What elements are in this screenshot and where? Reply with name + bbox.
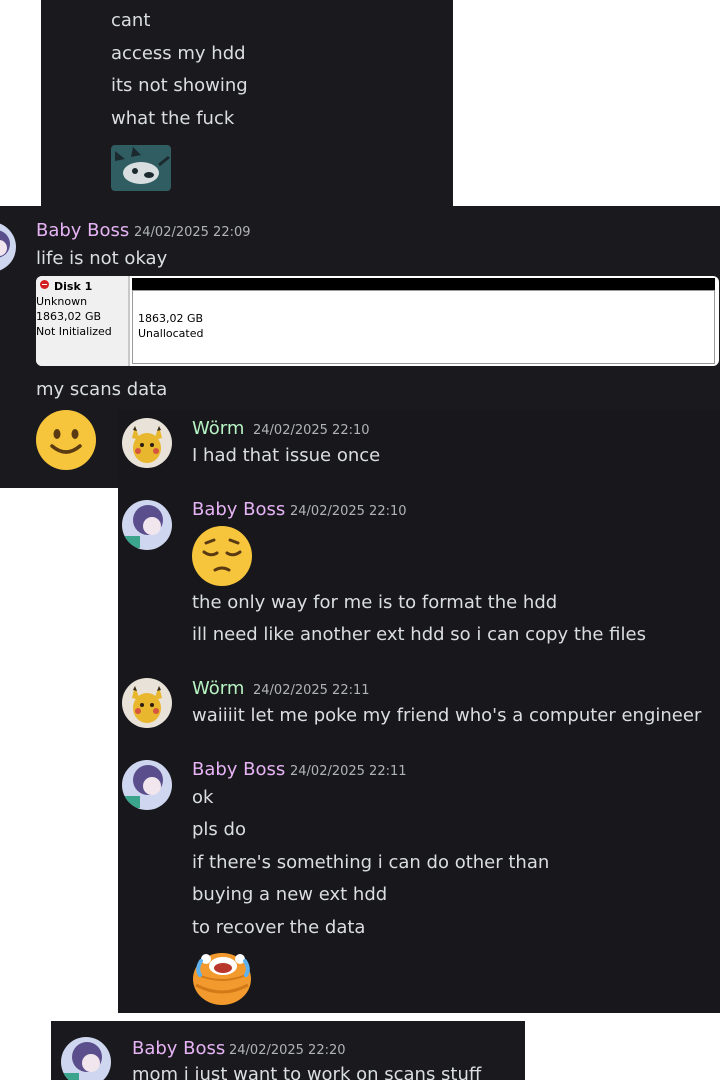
error-icon-minus: [42, 284, 47, 285]
username[interactable]: Wörm: [192, 677, 244, 701]
avatar[interactable]: [0, 222, 16, 272]
message-text: pls do: [192, 819, 246, 840]
message-text: the only way for me is to format the hdd: [192, 592, 558, 613]
chat-fragment-main: Wörm 24/02/2025 22:10 I had that issue o…: [118, 409, 720, 1013]
username[interactable]: Baby Boss: [192, 758, 285, 782]
disk-type: Unknown: [36, 295, 88, 308]
message-text: its not showing: [111, 75, 248, 96]
custom-emoji-cat[interactable]: [111, 145, 171, 191]
region-size: 1863,02 GB: [138, 312, 204, 325]
disk-info-panel: Disk 1 Unknown 1863,02 GB Not Initialize…: [36, 276, 130, 366]
timestamp: 24/02/2025 22:20: [229, 1043, 346, 1058]
avatar[interactable]: [122, 418, 172, 468]
timestamp: 24/02/2025 22:11: [290, 764, 407, 779]
timestamp: 24/02/2025 22:10: [253, 423, 370, 438]
message-text: ok: [192, 787, 214, 808]
avatar[interactable]: [122, 760, 172, 810]
username[interactable]: Baby Boss: [192, 498, 285, 522]
unallocated-region: [132, 290, 715, 364]
avatar[interactable]: [122, 500, 172, 550]
username[interactable]: Baby Boss: [132, 1037, 225, 1061]
message-text: life is not okay: [36, 248, 168, 269]
chat-fragment-top: cant access my hdd its not showing what …: [41, 0, 453, 206]
disk-label: Disk 1: [54, 280, 93, 293]
crying-laughing-emoji[interactable]: [192, 947, 252, 1007]
pensive-face-emoji[interactable]: [192, 526, 252, 586]
message-text: if there's something i can do other than: [192, 852, 550, 873]
message-text: I had that issue once: [192, 445, 381, 466]
timestamp: 24/02/2025 22:11: [253, 683, 370, 698]
message-text: waiiiit let me poke my friend who's a co…: [192, 705, 702, 726]
message-text: ill need like another ext hdd so i can c…: [192, 624, 646, 645]
avatar[interactable]: [61, 1037, 111, 1080]
message-text: access my hdd: [111, 43, 246, 64]
disk-status: Not Initialized: [36, 325, 112, 338]
username[interactable]: Wörm: [192, 417, 244, 441]
message-text: cant: [111, 10, 151, 31]
timestamp: 24/02/2025 22:10: [290, 504, 407, 519]
username[interactable]: Baby Boss: [36, 219, 129, 243]
slightly-smiling-face-emoji[interactable]: [36, 410, 96, 470]
chat-fragment-bottom: Baby Boss 24/02/2025 22:20 mom i just wa…: [51, 1021, 525, 1080]
message-text: mom i just want to work on scans stuff: [132, 1064, 482, 1080]
avatar[interactable]: [122, 678, 172, 728]
disk-management-image[interactable]: Disk 1 Unknown 1863,02 GB Not Initialize…: [36, 276, 719, 366]
message-text: my scans data: [36, 379, 168, 400]
timestamp: 24/02/2025 22:09: [134, 225, 251, 240]
message-text: what the fuck: [111, 108, 235, 129]
message-text: buying a new ext hdd: [192, 884, 388, 905]
region-status: Unallocated: [138, 327, 204, 340]
message-text: to recover the data: [192, 917, 366, 938]
disk-partition-bar: [132, 278, 715, 290]
disk-size: 1863,02 GB: [36, 310, 102, 323]
